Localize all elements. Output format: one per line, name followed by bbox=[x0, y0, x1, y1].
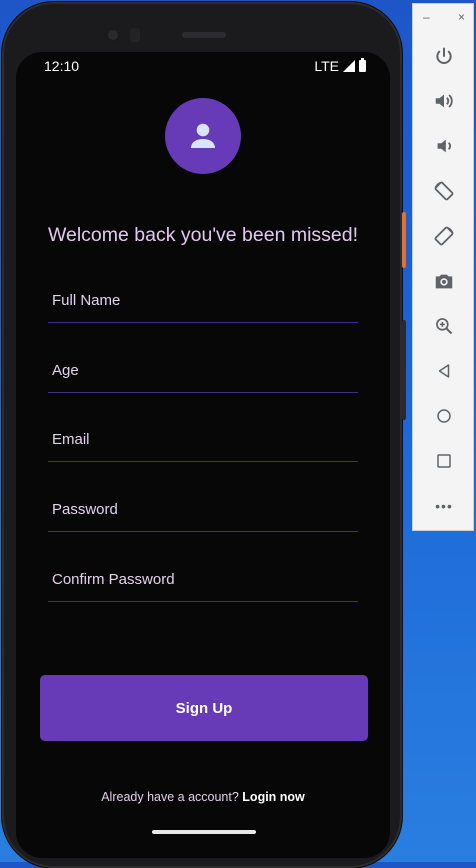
volume-up-icon[interactable] bbox=[432, 89, 456, 113]
home-icon[interactable] bbox=[432, 404, 456, 428]
power-icon[interactable] bbox=[432, 44, 456, 68]
person-icon bbox=[191, 123, 215, 148]
camera-icon[interactable] bbox=[432, 269, 456, 293]
more-icon[interactable]: ••• bbox=[432, 494, 456, 518]
sign-up-button[interactable]: Sign Up bbox=[40, 675, 368, 741]
home-indicator[interactable] bbox=[152, 830, 256, 834]
network-label: LTE bbox=[314, 58, 339, 74]
phone-frame: 12:10 LTE Welcome back you've been misse… bbox=[2, 2, 406, 868]
battery-icon bbox=[359, 58, 366, 72]
status-bar: 12:10 LTE bbox=[16, 52, 390, 80]
avatar bbox=[165, 98, 241, 174]
login-prompt: Already have a account? Login now bbox=[16, 790, 390, 804]
age-field[interactable] bbox=[48, 348, 362, 393]
front-camera bbox=[104, 26, 122, 44]
status-indicators: LTE bbox=[314, 58, 366, 74]
close-button[interactable]: × bbox=[458, 10, 465, 28]
confirm-password-input[interactable] bbox=[48, 557, 362, 601]
full-name-input[interactable] bbox=[48, 278, 362, 322]
welcome-heading: Welcome back you've been missed! bbox=[47, 224, 359, 246]
confirm-password-field[interactable] bbox=[48, 557, 362, 602]
full-name-field[interactable] bbox=[48, 278, 362, 323]
status-time: 12:10 bbox=[44, 58, 80, 74]
email-field[interactable] bbox=[48, 417, 362, 462]
password-field[interactable] bbox=[48, 487, 362, 532]
age-input[interactable] bbox=[48, 348, 362, 392]
login-now-link[interactable]: Login now bbox=[242, 790, 304, 804]
earpiece-speaker bbox=[182, 32, 226, 38]
login-prompt-text: Already have a account? bbox=[101, 790, 239, 804]
power-side-button bbox=[402, 212, 406, 268]
volume-side-button bbox=[402, 320, 406, 420]
volume-down-icon[interactable] bbox=[432, 134, 456, 158]
rotate-right-icon[interactable] bbox=[432, 224, 456, 248]
email-input[interactable] bbox=[48, 417, 362, 461]
overview-icon[interactable] bbox=[432, 449, 456, 473]
app-screen: 12:10 LTE Welcome back you've been misse… bbox=[16, 52, 390, 858]
password-input[interactable] bbox=[48, 487, 362, 531]
rotate-left-icon[interactable] bbox=[432, 179, 456, 203]
emulator-toolbar: – × ••• bbox=[412, 3, 474, 531]
sensor bbox=[130, 28, 140, 42]
signal-icon bbox=[343, 60, 355, 72]
back-icon[interactable] bbox=[432, 359, 456, 383]
zoom-icon[interactable] bbox=[432, 314, 456, 338]
toolbar-window-controls: – × bbox=[413, 10, 475, 28]
minimize-button[interactable]: – bbox=[423, 10, 430, 28]
